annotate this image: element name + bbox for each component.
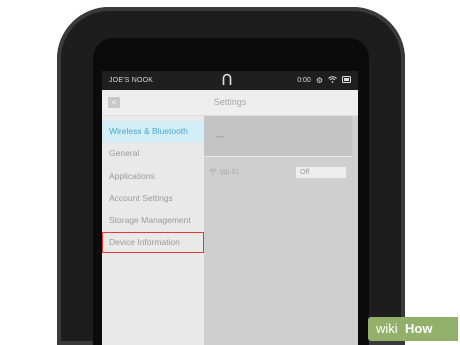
settings-sidebar: Wireless & Bluetooth General Application… bbox=[102, 116, 204, 345]
wikihow-watermark: wiki How bbox=[368, 317, 458, 341]
sidebar-item-general[interactable]: General bbox=[102, 143, 204, 164]
status-icons: 0:00 ⚙ bbox=[297, 76, 352, 85]
sidebar-item-storage-management[interactable]: Storage Management bbox=[102, 210, 204, 231]
nook-home-icon[interactable] bbox=[222, 73, 232, 85]
sidebar-item-wireless-bluetooth[interactable]: Wireless & Bluetooth bbox=[102, 121, 204, 142]
sidebar-item-device-information[interactable]: Device Information bbox=[102, 232, 204, 253]
page-title: Settings bbox=[213, 97, 247, 107]
wifi-icon bbox=[209, 168, 217, 177]
wifi-status-icon bbox=[328, 76, 337, 85]
watermark-how: How bbox=[405, 321, 433, 336]
wifi-row: Wi-Fi Off bbox=[208, 166, 354, 180]
panel-header: ← bbox=[204, 116, 352, 157]
sidebar-item-account-settings[interactable]: Account Settings bbox=[102, 188, 204, 209]
device-name: JOE'S NOOK bbox=[109, 77, 154, 84]
device-screen: JOE'S NOOK 0:00 ⚙ < Settings Wireless & … bbox=[102, 71, 358, 345]
detail-panel: ← Wi-Fi Off bbox=[204, 116, 358, 345]
clock-text: 0:00 bbox=[297, 77, 311, 84]
wifi-label: Wi-Fi bbox=[220, 168, 239, 177]
wifi-toggle[interactable]: Off bbox=[296, 167, 346, 178]
gear-icon[interactable]: ⚙ bbox=[316, 76, 323, 85]
sidebar-item-applications[interactable]: Applications bbox=[102, 166, 204, 187]
status-bar: JOE'S NOOK 0:00 ⚙ bbox=[102, 71, 358, 90]
battery-icon bbox=[342, 76, 352, 85]
watermark-wiki: wiki bbox=[376, 321, 398, 336]
left-arrow-icon[interactable]: ← bbox=[214, 127, 227, 142]
title-bar: < Settings bbox=[102, 90, 358, 116]
